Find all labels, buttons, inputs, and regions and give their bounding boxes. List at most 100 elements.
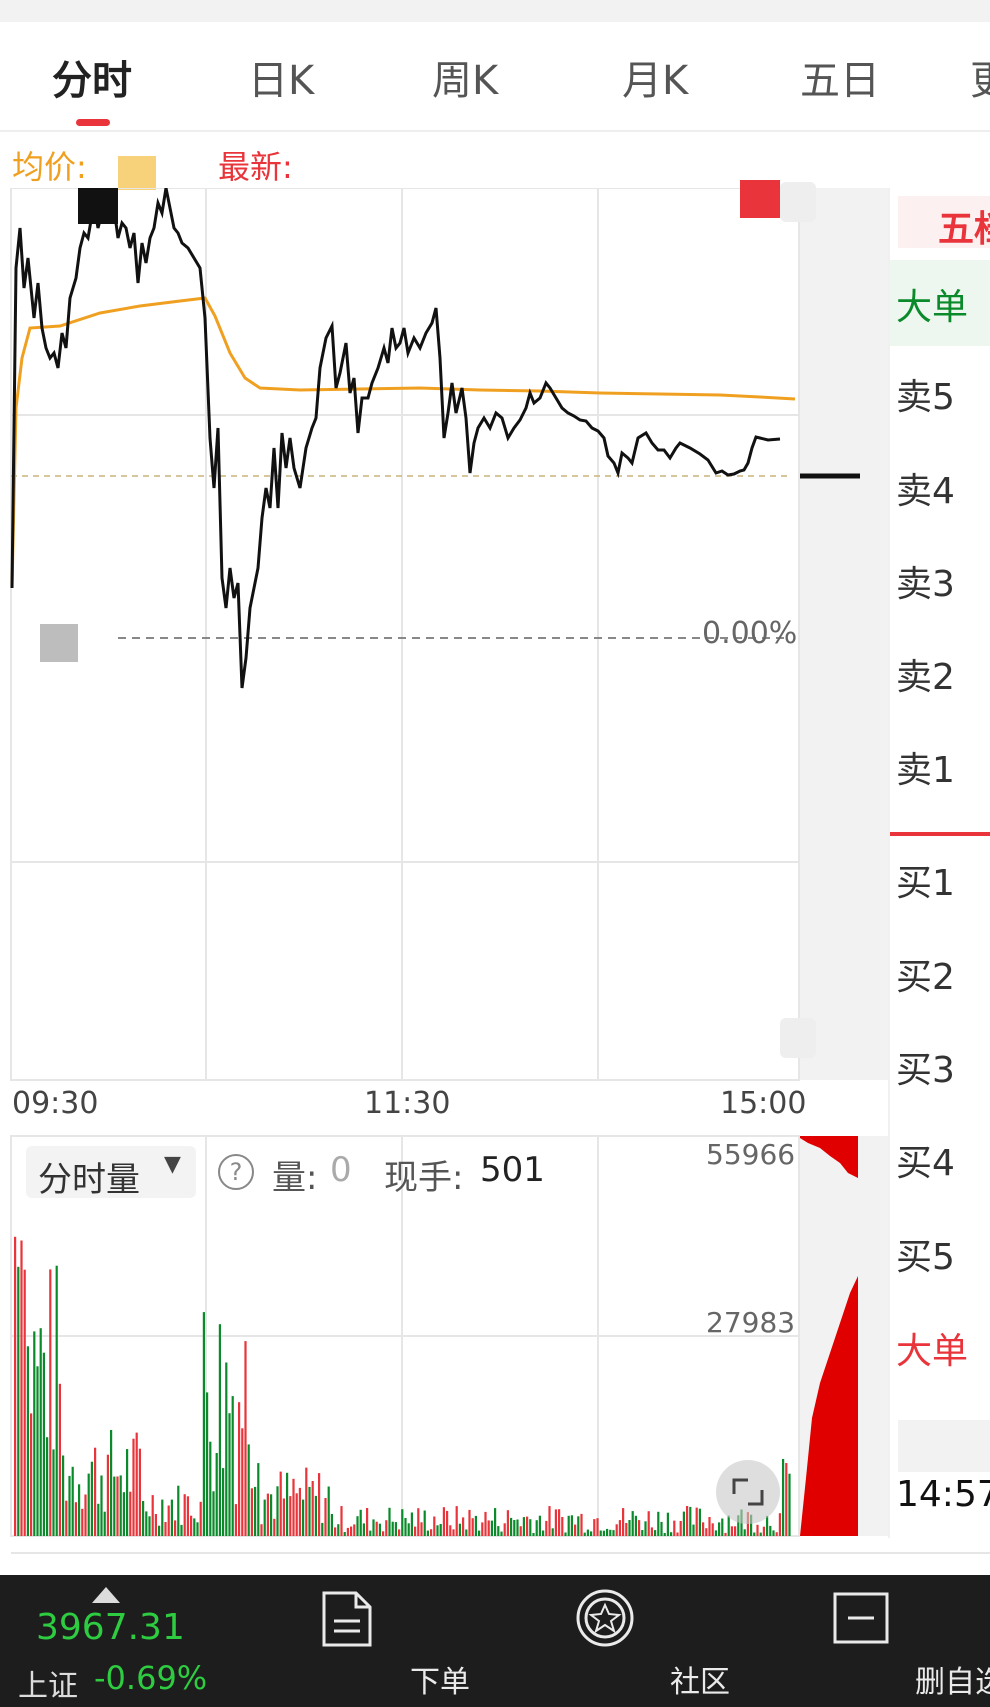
volume-bar <box>151 1495 154 1536</box>
volume-bar <box>602 1530 605 1536</box>
avg-price-mask <box>118 156 156 190</box>
volume-bar <box>81 1508 84 1536</box>
volume-bar <box>94 1447 97 1536</box>
volume-bar <box>74 1502 77 1536</box>
latest-price-label: 最新: <box>218 148 293 186</box>
volume-bar <box>644 1521 647 1536</box>
tab-monthly-k[interactable]: 月K <box>622 48 688 106</box>
volume-bar <box>625 1523 628 1536</box>
volume-bar <box>142 1501 145 1536</box>
spread-divider <box>890 832 990 836</box>
buy-4: 买4 <box>896 1143 955 1184</box>
volume-type-selector[interactable]: 分时量 ▼ <box>26 1146 196 1200</box>
volume-bar <box>382 1531 385 1536</box>
volume-bar <box>452 1529 455 1536</box>
chart-bottom-divider <box>11 1552 990 1554</box>
nav-order[interactable]: 下单 <box>250 1575 470 1707</box>
volume-bar <box>785 1463 788 1536</box>
volume-bar <box>641 1530 644 1536</box>
volume-bar <box>110 1430 113 1536</box>
tab-intraday[interactable]: 分时 <box>52 48 132 106</box>
volume-bar <box>465 1529 468 1536</box>
volume-bar <box>433 1516 436 1536</box>
volume-bar <box>209 1441 212 1536</box>
volume-bar <box>458 1523 461 1536</box>
volume-bar <box>327 1486 330 1536</box>
sell-2: 卖2 <box>896 657 955 698</box>
volume-bar <box>650 1527 653 1536</box>
volume-bar <box>545 1520 548 1536</box>
volume-bar <box>606 1528 609 1536</box>
volume-bar <box>257 1463 260 1536</box>
volume-bar <box>90 1461 93 1536</box>
tab-daily-k[interactable]: 日K <box>248 48 314 106</box>
volume-bar <box>494 1508 497 1536</box>
volume-bar <box>295 1493 298 1536</box>
buy-1: 买1 <box>896 863 955 904</box>
dropdown-triangle-icon: ▼ <box>164 1152 181 1177</box>
volume-bar <box>132 1438 135 1536</box>
nav-remove-watchlist[interactable]: 删自选 <box>760 1575 990 1707</box>
price-line <box>10 188 781 689</box>
volume-bar <box>391 1521 394 1536</box>
index-name: 上证 <box>18 1669 78 1704</box>
sell-1: 卖1 <box>896 750 955 791</box>
volume-bar <box>583 1532 586 1536</box>
sell-4: 卖4 <box>896 471 955 512</box>
big-order-bottom[interactable]: 大单 <box>896 1322 968 1374</box>
volume-bar <box>116 1476 119 1536</box>
volume-max-label: 55966 <box>706 1138 796 1171</box>
volume-bar <box>474 1515 477 1536</box>
volume-bar <box>529 1519 532 1536</box>
volume-bar <box>36 1366 39 1536</box>
volume-bar <box>145 1511 148 1536</box>
volume-bar <box>410 1512 413 1536</box>
volume-bar <box>180 1524 183 1536</box>
volume-bar <box>510 1517 513 1536</box>
volume-bar <box>734 1526 737 1536</box>
volume-bar <box>100 1475 103 1536</box>
volume-bar <box>769 1525 772 1536</box>
volume-bar <box>596 1518 599 1536</box>
volume-bar <box>532 1533 535 1536</box>
volume-bar <box>618 1520 621 1536</box>
volume-bar <box>612 1530 615 1536</box>
volume-bar <box>199 1501 202 1536</box>
nav-community[interactable]: 社区 <box>510 1575 730 1707</box>
volume-bar <box>388 1507 391 1536</box>
volume-bar <box>62 1455 65 1536</box>
volume-bar <box>762 1526 765 1536</box>
volume-bar <box>279 1471 282 1536</box>
volume-bar <box>522 1517 525 1536</box>
volume-bar <box>148 1516 151 1536</box>
volume-bar <box>692 1524 695 1536</box>
volume-bar <box>420 1522 423 1536</box>
tab-weekly-k[interactable]: 周K <box>432 48 498 106</box>
order-book-title[interactable]: 五档 <box>938 200 990 252</box>
intraday-chart[interactable]: 0.00% 09:30 11:30 15:00 分时量 ▼ ? 量: 0 现手:… <box>0 180 890 1538</box>
volume-bar <box>481 1522 484 1536</box>
tab-more[interactable]: 更 <box>970 48 990 106</box>
volume-bar <box>170 1499 173 1536</box>
expand-icon[interactable] <box>716 1460 780 1524</box>
volume-bar <box>385 1520 388 1536</box>
volume-bar <box>551 1528 554 1536</box>
help-circle-icon[interactable]: ? <box>218 1154 254 1190</box>
index-ticker[interactable]: 3967.31 上证 -0.69% <box>0 1575 240 1707</box>
volume-bar <box>599 1530 602 1536</box>
volume-bar <box>135 1432 138 1536</box>
volume-bar <box>519 1526 522 1536</box>
volume-bar <box>398 1529 401 1536</box>
volume-bar <box>154 1514 157 1536</box>
volume-bar <box>314 1495 317 1536</box>
volume-bar <box>46 1437 49 1536</box>
volume-bar <box>711 1523 714 1536</box>
volume-bar <box>558 1509 561 1536</box>
volume-bar <box>241 1428 244 1536</box>
tab-five-day[interactable]: 五日 <box>800 48 880 106</box>
volume-bar <box>577 1516 580 1536</box>
chart-mask <box>780 1018 816 1058</box>
index-change: -0.69% <box>94 1659 208 1697</box>
volume-type-label: 分时量 <box>38 1160 140 1200</box>
big-order-top[interactable]: 大单 <box>896 278 968 330</box>
